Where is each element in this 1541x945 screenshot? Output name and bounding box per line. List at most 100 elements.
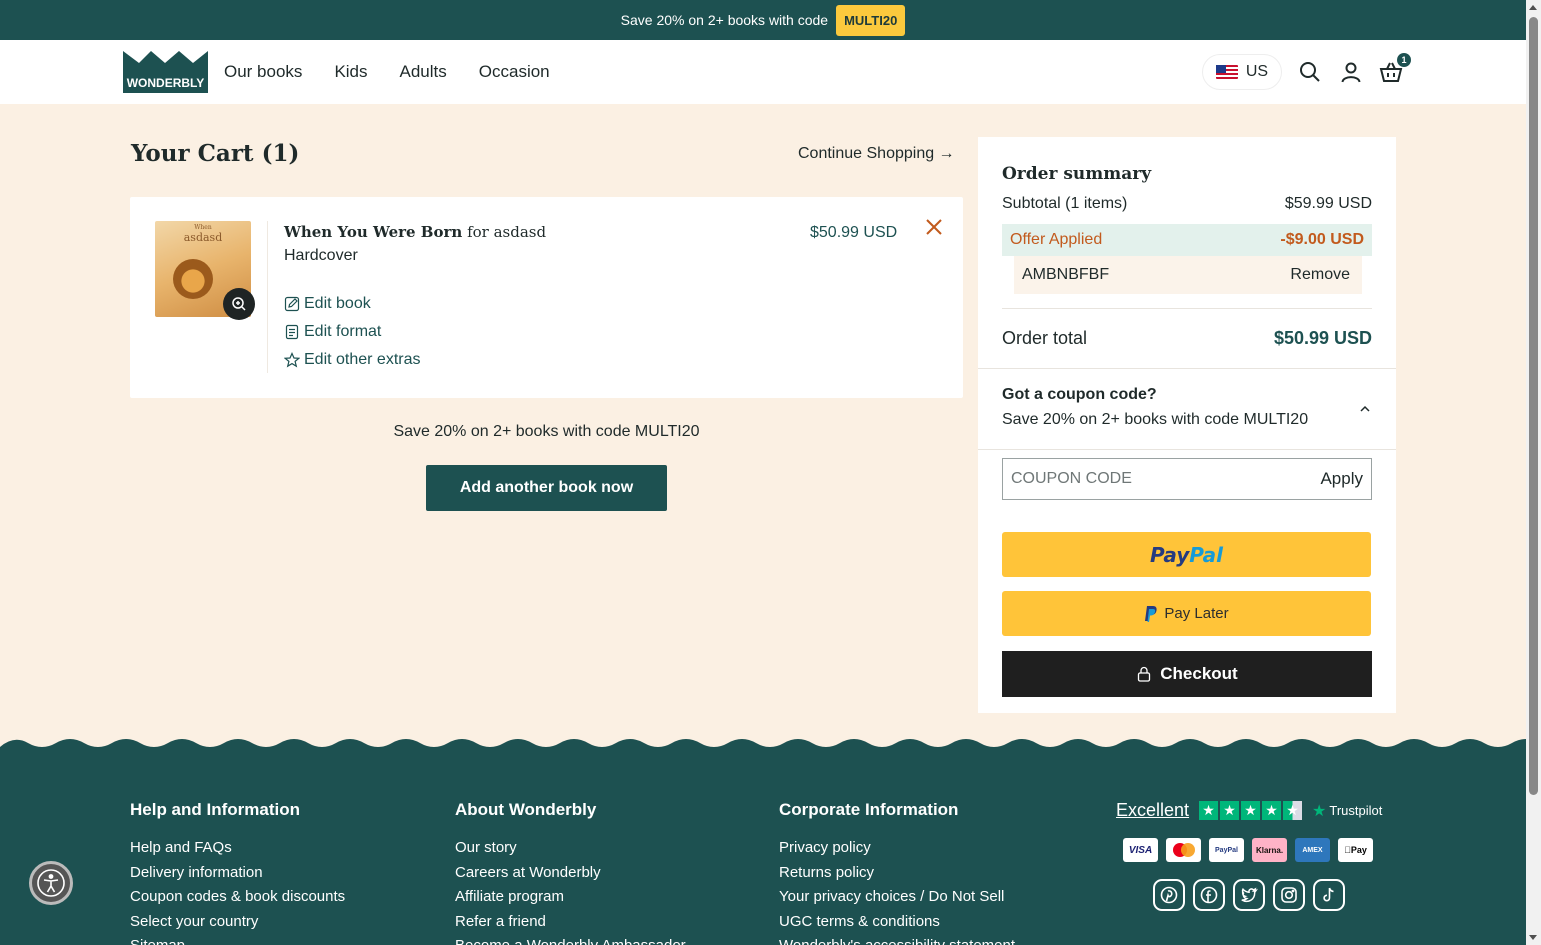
scroll-down-arrow[interactable]: [1529, 935, 1537, 940]
footer-link[interactable]: Careers at Wonderbly: [455, 861, 686, 886]
footer-about-column: About Wonderbly Our story Careers at Won…: [455, 800, 686, 945]
star-icon: ★: [1241, 801, 1261, 820]
coupon-heading[interactable]: Got a coupon code?: [1002, 386, 1157, 404]
offer-label: Offer Applied: [1010, 231, 1103, 248]
nav-occasion[interactable]: Occasion: [479, 62, 550, 82]
locale-label: US: [1245, 63, 1269, 80]
footer-corporate-title: Corporate Information: [779, 800, 959, 819]
promo-text: Save 20% on 2+ books with code: [620, 12, 829, 28]
offer-applied-row: Offer Applied -$9.00 USD: [1002, 224, 1372, 256]
star-icon: [284, 352, 300, 368]
footer-link[interactable]: Affiliate program: [455, 885, 686, 910]
wonderbly-logo[interactable]: WONDERBLY: [123, 51, 208, 93]
payment-methods: VISA PayPal Klarna. AMEX Pay: [1123, 838, 1373, 862]
pinterest-icon[interactable]: [1153, 879, 1185, 911]
remove-coupon-button[interactable]: Remove: [1290, 266, 1350, 284]
subtotal-label: Subtotal (1 items): [1002, 195, 1128, 212]
trustpilot-brand-label: Trustpilot: [1329, 803, 1383, 818]
thumb-text-1: When: [194, 224, 212, 231]
footer-link[interactable]: Our story: [455, 836, 686, 861]
order-total-value: $50.99 USD: [1273, 327, 1372, 348]
checkout-button[interactable]: Checkout: [1002, 651, 1372, 697]
continue-shopping-link[interactable]: Continue Shopping →: [798, 145, 955, 163]
nav-adults[interactable]: Adults: [400, 62, 447, 82]
edit-format-link[interactable]: Edit format: [284, 323, 381, 341]
paypal-logo: PayPal: [1150, 543, 1223, 567]
star-icon: ★: [1199, 801, 1219, 820]
star-icon: ★: [1220, 801, 1240, 820]
scrollbar-thumb[interactable]: [1529, 17, 1538, 795]
zoom-icon: [232, 297, 246, 311]
promo-code-badge: MULTI20: [836, 4, 906, 36]
footer-help-column: Help and Information Help and FAQs Deliv…: [130, 800, 345, 945]
book-format-icon: [285, 324, 299, 340]
summary-divider: [978, 449, 1396, 450]
thumb-text-2: asdasd: [183, 231, 223, 244]
pay-later-label: Pay Later: [1164, 605, 1229, 622]
paypal-logo-pay: Pay: [1149, 542, 1190, 567]
half-star-icon: ★: [1283, 801, 1303, 820]
summary-divider: [978, 368, 1396, 369]
paypal-p-icon: [1145, 605, 1158, 622]
item-format: Hardcover: [284, 247, 358, 264]
trustpilot-rating: Excellent: [1116, 800, 1190, 820]
twitter-icon[interactable]: [1233, 879, 1265, 911]
site-footer: Help and Information Help and FAQs Deliv…: [0, 752, 1526, 945]
edit-book-link[interactable]: Edit book: [284, 295, 371, 313]
footer-help-title: Help and Information: [130, 800, 300, 819]
apply-coupon-button[interactable]: Apply: [1320, 469, 1363, 489]
footer-link[interactable]: Your privacy choices / Do Not Sell: [779, 885, 1015, 910]
star-icon: ★: [1262, 801, 1282, 820]
visa-card-icon: VISA: [1123, 838, 1158, 862]
footer-link[interactable]: Delivery information: [130, 861, 345, 886]
instagram-icon[interactable]: [1273, 879, 1305, 911]
search-icon[interactable]: [1298, 60, 1322, 84]
zoom-preview-button[interactable]: [223, 288, 255, 320]
item-divider: [267, 221, 268, 373]
edit-book-label: Edit book: [304, 295, 371, 312]
paypal-logo-pal: Pal: [1189, 542, 1224, 567]
footer-link[interactable]: Sitemap: [130, 934, 345, 945]
mastercard-icon: [1166, 838, 1201, 862]
footer-link[interactable]: Select your country: [130, 910, 345, 935]
footer-link[interactable]: Wonderbly's accessibility statement: [779, 934, 1015, 945]
trustpilot-stars: ★ ★ ★ ★ ★: [1199, 801, 1303, 820]
footer-link[interactable]: Returns policy: [779, 861, 1015, 886]
add-another-book-button[interactable]: Add another book now: [426, 465, 667, 511]
cart-count-badge: 1: [1397, 53, 1411, 67]
trustpilot-widget[interactable]: Excellent ★ ★ ★ ★ ★ ★ Trustpilot: [1116, 800, 1382, 821]
item-title-rest: for asdasd: [462, 223, 547, 241]
main-nav: Our books Kids Adults Occasion: [224, 40, 550, 104]
account-icon[interactable]: [1339, 60, 1363, 84]
footer-link[interactable]: Help and FAQs: [130, 836, 345, 861]
remove-item-icon[interactable]: [923, 216, 945, 238]
nav-kids[interactable]: Kids: [334, 62, 367, 82]
apple-pay-label: Pay: [1347, 845, 1367, 855]
paypal-card-icon: PayPal: [1209, 838, 1244, 862]
coupon-subtext: Save 20% on 2+ books with code MULTI20: [1002, 411, 1309, 428]
paypal-button[interactable]: PayPal: [1002, 532, 1371, 577]
footer-link[interactable]: Coupon codes & book discounts: [130, 885, 345, 910]
chevron-up-icon[interactable]: [1358, 402, 1372, 416]
accessibility-button[interactable]: [29, 861, 73, 905]
edit-extras-link[interactable]: Edit other extras: [284, 351, 421, 369]
paypal-pay-later-button[interactable]: Pay Later: [1002, 591, 1371, 636]
page-scrollbar[interactable]: [1526, 0, 1541, 945]
coupon-input[interactable]: [1011, 470, 1291, 488]
facebook-icon[interactable]: [1193, 879, 1225, 911]
footer-link[interactable]: Become a Wonderbly Ambassador: [455, 934, 686, 945]
amex-card-icon: AMEX: [1295, 838, 1330, 862]
scroll-up-arrow[interactable]: [1529, 5, 1537, 10]
item-title-bold: When You Were Born: [284, 223, 463, 241]
locale-selector[interactable]: US: [1202, 54, 1282, 90]
lock-icon: [1138, 666, 1151, 682]
applied-coupon-row: AMBNBFBF Remove: [1014, 256, 1362, 294]
footer-link[interactable]: Refer a friend: [455, 910, 686, 935]
nav-our-books[interactable]: Our books: [224, 62, 302, 82]
site-header: WONDERBLY Our books Kids Adults Occasion…: [0, 40, 1526, 104]
footer-link[interactable]: UGC terms & conditions: [779, 910, 1015, 935]
trustpilot-star-icon: ★: [1312, 802, 1327, 820]
footer-link[interactable]: Privacy policy: [779, 836, 1015, 861]
tiktok-icon[interactable]: [1313, 879, 1345, 911]
edit-extras-label: Edit other extras: [304, 351, 421, 368]
